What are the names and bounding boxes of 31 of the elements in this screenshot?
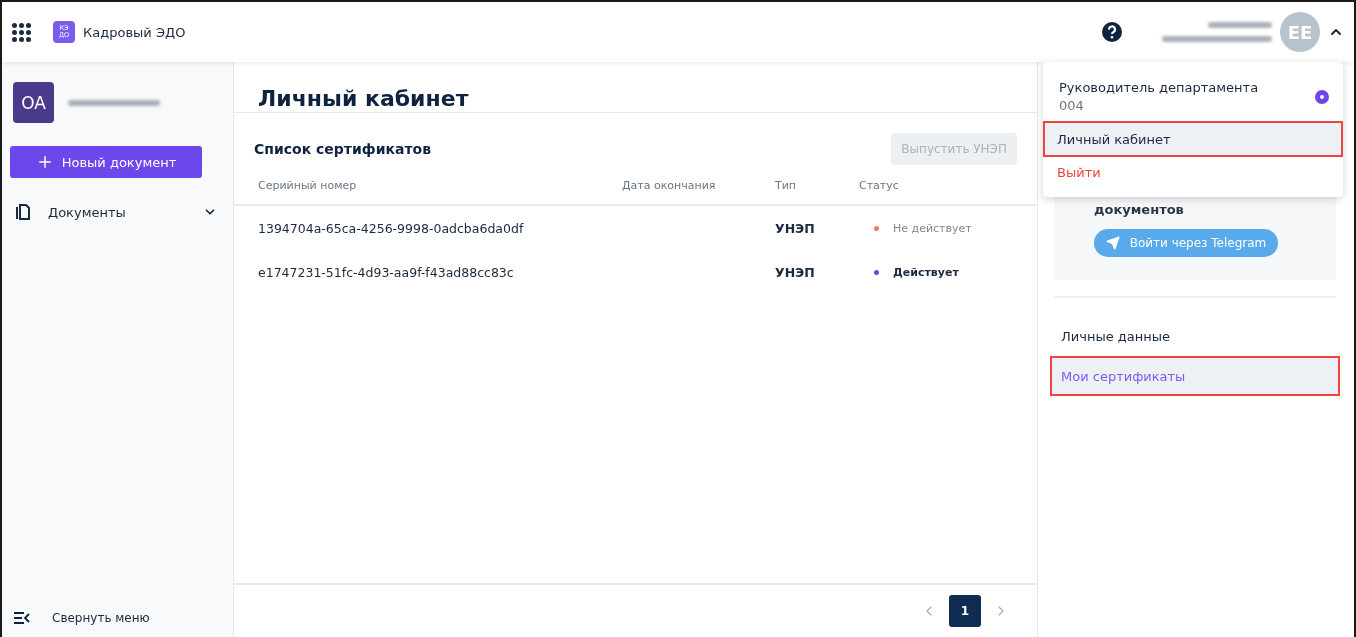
column-header: Статус: [859, 179, 900, 192]
role-code: 004: [1059, 98, 1085, 113]
status-text: Действует: [893, 265, 959, 279]
card-text: документов: [1094, 202, 1185, 217]
nav-item[interactable]: Документы: [48, 204, 203, 220]
table-cell-text: УНЭП: [775, 220, 816, 236]
profile-nav-link[interactable]: Личные данные: [1050, 316, 1340, 356]
paper-plane-icon: [1105, 236, 1120, 250]
page-title: Личный кабинет: [234, 62, 1037, 113]
status-text: Не действует: [893, 221, 972, 235]
table-cell-text: 1394704a-65ca-4256-9998-0adcba6da0df: [258, 220, 525, 236]
apps-icon[interactable]: [12, 22, 31, 42]
collapse-menu-link[interactable]: Свернуть меню: [52, 611, 150, 625]
org-avatar: OA: [13, 82, 54, 123]
new-document-button[interactable]: Новый документ: [10, 146, 202, 178]
app-title: Кадровый ЭДО: [83, 24, 186, 40]
help-icon[interactable]: [1102, 22, 1122, 42]
column-header: Тип: [775, 179, 798, 192]
column-header: Дата окончания: [622, 179, 717, 192]
table-cell-text: e1747231-51fc-4d93-aa9f-f43ad88cc83c: [258, 264, 515, 280]
column-header: Серийный номер: [258, 179, 358, 192]
collapse-menu-icon[interactable]: [14, 612, 30, 624]
documents-icon: [14, 203, 30, 221]
menu-item[interactable]: Выйти: [1043, 157, 1343, 187]
profile-nav-link[interactable]: Мои сертификаты: [1050, 356, 1340, 396]
radio-button[interactable]: [1315, 89, 1329, 104]
table-cell-text: УНЭП: [775, 264, 816, 280]
page-button[interactable]: 1: [949, 595, 981, 627]
role-name[interactable]: Руководитель департамента: [1059, 80, 1315, 95]
menu-item[interactable]: Личный кабинет: [1043, 121, 1343, 157]
section-title: Список сертификатов: [254, 141, 432, 157]
